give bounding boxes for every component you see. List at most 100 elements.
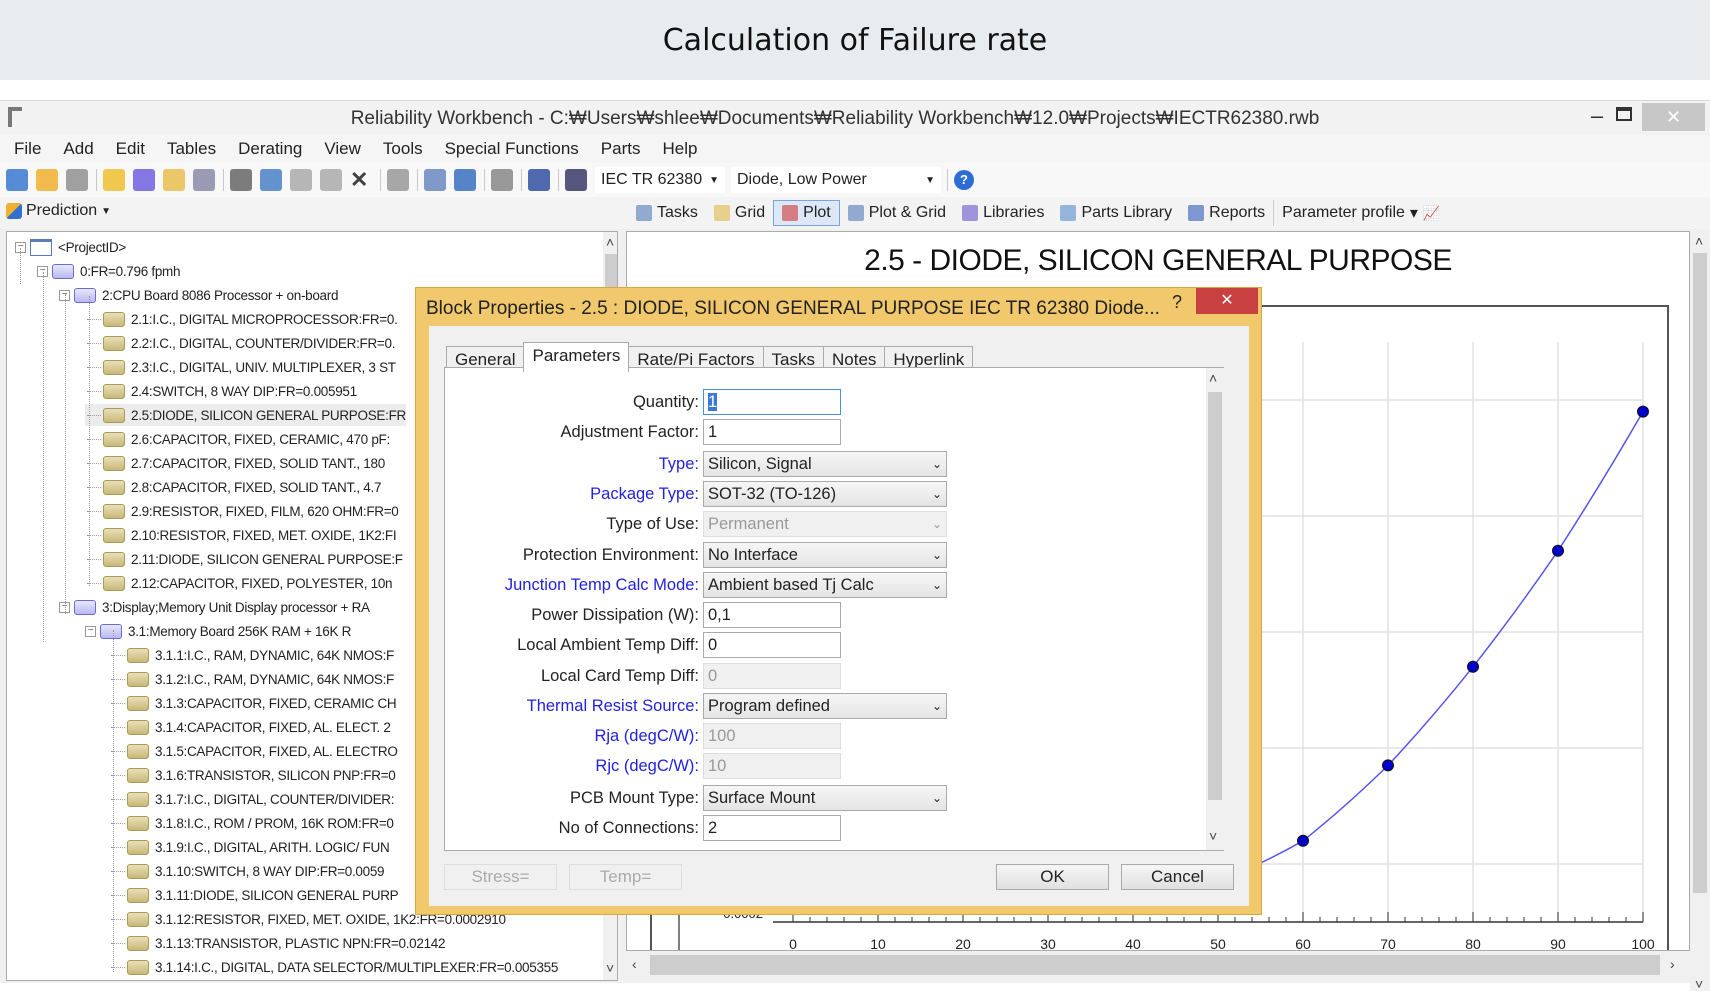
tab-libraries[interactable]: Libraries: [954, 200, 1052, 226]
scroll-down-icon[interactable]: ˅: [606, 960, 614, 976]
tree-item[interactable]: 3.1.3:CAPACITOR, FIXED, CERAMIC CH: [109, 692, 397, 714]
field-label[interactable]: Rjc (degC/W):: [445, 757, 703, 776]
tree-item[interactable]: 3.1.11:DIODE, SILICON GENERAL PURP: [109, 884, 399, 906]
category-combo[interactable]: Diode, Low Power ▼: [731, 167, 941, 193]
scroll-down-icon[interactable]: ˅: [1209, 828, 1217, 844]
no-of-connections-input[interactable]: 2: [703, 815, 841, 841]
tree-node[interactable]: −2:CPU Board 8086 Processor + on-board: [59, 284, 338, 306]
local-ambient-temp-diff-input[interactable]: 0: [703, 632, 841, 658]
close-button[interactable]: ✕: [1642, 103, 1705, 131]
plot-vscrollbar[interactable]: ˄ ˅: [1690, 231, 1710, 992]
field-label[interactable]: Junction Temp Calc Mode:: [445, 576, 703, 595]
tree-item[interactable]: 2.7:CAPACITOR, FIXED, SOLID TANT., 180: [85, 452, 385, 474]
tree-node[interactable]: − <ProjectID>: [15, 236, 126, 258]
plot-hscrollbar[interactable]: ‹ ›: [626, 951, 1690, 981]
tree-item[interactable]: 2.9:RESISTOR, FIXED, FILM, 620 OHM:FR=0: [85, 500, 399, 522]
delete-icon[interactable]: ✕: [350, 169, 372, 191]
tree-item[interactable]: 2.10:RESISTOR, FIXED, MET. OXIDE, 1K2:FI: [85, 524, 397, 546]
tree-item[interactable]: 2.1:I.C., DIGITAL MICROPROCESSOR:FR=0.: [85, 308, 398, 330]
tree-item[interactable]: 2.8:CAPACITOR, FIXED, SOLID TANT., 4.7: [85, 476, 381, 498]
scroll-left-icon[interactable]: ‹: [632, 956, 637, 972]
tree-item[interactable]: 3.1.5:CAPACITOR, FIXED, AL. ELECTRO: [109, 740, 398, 762]
scroll-down-icon[interactable]: ˅: [1695, 976, 1703, 992]
tree-item[interactable]: 2.4:SWITCH, 8 WAY DIP:FR=0.005951: [85, 380, 357, 402]
tree-item[interactable]: 3.1.8:I.C., ROM / PROM, 16K ROM:FR=0: [109, 812, 394, 834]
new-project-icon[interactable]: [6, 169, 28, 191]
type-select[interactable]: Silicon, Signal ⌄: [703, 451, 947, 477]
tree-item[interactable]: 2.2:I.C., DIGITAL, COUNTER/DIVIDER:FR=0.: [85, 332, 395, 354]
tree-item[interactable]: 3.1.6:TRANSISTOR, SILICON PNP:FR=0: [109, 764, 396, 786]
copy-icon[interactable]: [260, 169, 282, 191]
stress-button[interactable]: Stress=: [444, 864, 557, 890]
field-label[interactable]: Package Type:: [445, 485, 703, 504]
ok-button[interactable]: OK: [996, 864, 1109, 890]
import-icon[interactable]: [491, 169, 513, 191]
tree-node[interactable]: −3:Display;Memory Unit Display processor…: [59, 596, 370, 618]
tab-tasks[interactable]: Tasks: [628, 200, 706, 226]
restore-button[interactable]: [1616, 107, 1632, 121]
tab-plot-grid[interactable]: Plot & Grid: [840, 200, 954, 226]
thermal-resist-source-select[interactable]: Program defined ⌄: [703, 693, 947, 719]
add-part-icon[interactable]: [133, 169, 155, 191]
tree-item[interactable]: 3.1.7:I.C., DIGITAL, COUNTER/DIVIDER:: [109, 788, 395, 810]
tab-parameter-profile[interactable]: Parameter profile ▾ 📈: [1274, 200, 1448, 226]
folder-icon[interactable]: [163, 169, 185, 191]
minimize-button[interactable]: –: [1582, 103, 1612, 131]
tree-item[interactable]: 3.1.14:I.C., DIGITAL, DATA SELECTOR/MULT…: [109, 956, 558, 978]
cut-icon[interactable]: [230, 169, 252, 191]
tree-item[interactable]: 2.3:I.C., DIGITAL, UNIV. MULTIPLEXER, 3 …: [85, 356, 396, 378]
scroll-up-icon[interactable]: ˄: [606, 234, 614, 250]
quantity-input[interactable]: 1: [703, 389, 841, 415]
tab-parameters[interactable]: Parameters: [523, 342, 630, 372]
tree-item[interactable]: 3.1.1:I.C., RAM, DYNAMIC, 64K NMOS:F: [109, 644, 394, 666]
paste-icon[interactable]: [290, 169, 312, 191]
field-label[interactable]: Thermal Resist Source:: [445, 697, 703, 716]
standard-combo[interactable]: IEC TR 62380 ▼: [595, 167, 725, 193]
open-folder-icon[interactable]: [36, 169, 58, 191]
parameters-scroll-thumb[interactable]: [1208, 392, 1222, 800]
temp-button[interactable]: Temp=: [569, 864, 682, 890]
system-icon[interactable]: [454, 169, 476, 191]
menu-tools[interactable]: Tools: [383, 139, 423, 159]
spellcheck-icon[interactable]: [528, 169, 550, 191]
menu-add[interactable]: Add: [63, 139, 93, 159]
power-dissipation-w-input[interactable]: 0,1: [703, 602, 841, 628]
tree-item[interactable]: 2.11:DIODE, SILICON GENERAL PURPOSE:F: [85, 548, 403, 570]
plot-hscroll-thumb[interactable]: [650, 955, 1660, 975]
collapse-icon[interactable]: −: [85, 625, 96, 637]
tree-item[interactable]: 2.12:CAPACITOR, FIXED, POLYESTER, 10n: [85, 572, 393, 594]
add-block-icon[interactable]: [103, 169, 125, 191]
tree-node[interactable]: − 3.1:Memory Board 256K RAM + 16K R: [85, 620, 351, 642]
junction-temp-calc-mode-select[interactable]: Ambient based Tj Calc ⌄: [703, 572, 947, 598]
dialog-help-button[interactable]: ?: [1172, 292, 1182, 313]
menu-view[interactable]: View: [324, 139, 361, 159]
tree-item[interactable]: 2.6:CAPACITOR, FIXED, CERAMIC, 470 pF:: [85, 428, 390, 450]
field-label[interactable]: Type:: [445, 455, 703, 474]
menu-help[interactable]: Help: [662, 139, 697, 159]
menu-file[interactable]: File: [14, 139, 41, 159]
tree-item[interactable]: 3.1.4:CAPACITOR, FIXED, AL. ELECT. 2: [109, 716, 391, 738]
chart-icon[interactable]: [193, 169, 215, 191]
menu-tables[interactable]: Tables: [167, 139, 216, 159]
menu-edit[interactable]: Edit: [116, 139, 145, 159]
tab-parts-library[interactable]: Parts Library: [1052, 200, 1180, 226]
prediction-dropdown[interactable]: Prediction ▼: [6, 202, 111, 220]
scroll-right-icon[interactable]: ›: [1670, 956, 1675, 972]
parameter-profile-chart-icon[interactable]: 📈: [1423, 205, 1440, 222]
tab-reports[interactable]: Reports: [1180, 200, 1275, 226]
adjustment-factor-input[interactable]: 1: [703, 419, 841, 445]
menu-derating[interactable]: Derating: [238, 139, 302, 159]
help-icon[interactable]: ?: [954, 170, 974, 190]
menu-special-functions[interactable]: Special Functions: [445, 139, 579, 159]
field-label[interactable]: Rja (degC/W):: [445, 727, 703, 746]
menu-parts[interactable]: Parts: [601, 139, 641, 159]
save-icon[interactable]: [66, 169, 88, 191]
tree-item[interactable]: 3.1.2:I.C., RAM, DYNAMIC, 64K NMOS:F: [109, 668, 394, 690]
parameters-scrollbar[interactable]: ˄ ˅: [1206, 368, 1224, 850]
tab-grid[interactable]: Grid: [706, 200, 773, 226]
find-icon[interactable]: [565, 169, 587, 191]
scroll-up-icon[interactable]: ˄: [1209, 370, 1217, 386]
tree-node[interactable]: −0:FR=0.796 fpmh: [37, 260, 180, 282]
properties-icon[interactable]: [424, 169, 446, 191]
paste-special-icon[interactable]: [320, 169, 342, 191]
